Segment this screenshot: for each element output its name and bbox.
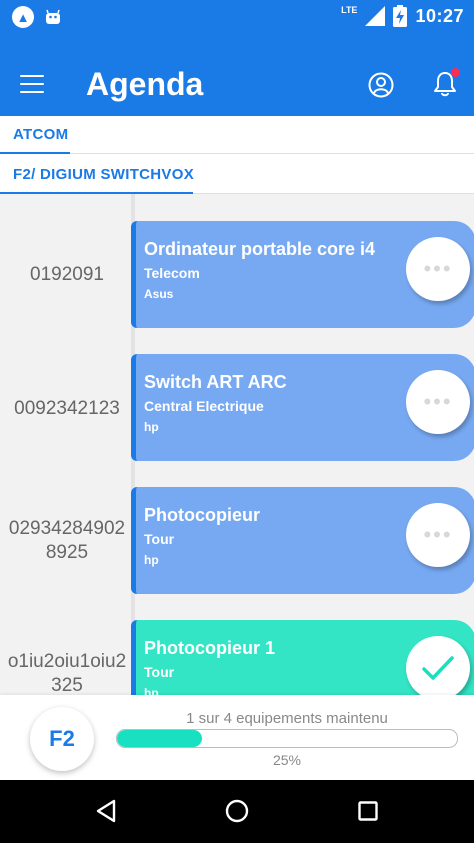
equipment-title: Photocopieur 1: [144, 638, 276, 658]
status-time: 10:27: [415, 5, 464, 26]
equipment-code: 029342849028925: [8, 518, 126, 563]
signal-icon: [365, 6, 386, 26]
page-title: Agenda: [86, 66, 204, 102]
tab-row-secondary: F2/ DIGIUM SWITCHVOX: [0, 154, 474, 194]
equipment-category: Tour: [144, 664, 175, 680]
list-item: 029342849028925 Photocopieur Tour hp •••: [0, 487, 474, 594]
equipment-card[interactable]: Photocopieur 1 Tour hp: [131, 620, 474, 695]
progress-fill: [117, 730, 202, 747]
android-icon: [46, 9, 60, 24]
more-dots-icon: •••: [423, 389, 453, 414]
app-notification-icon: ▲: [12, 6, 34, 28]
progress-bar: [116, 729, 458, 748]
list-item: 0092342123 Switch ART ARC Central Electr…: [0, 354, 474, 461]
progress-text: 1 sur 4 equipements maintenu: [186, 710, 388, 727]
more-dots-icon: •••: [423, 256, 453, 281]
tab-atcom[interactable]: ATCOM: [13, 126, 68, 143]
equipment-category: Central Electrique: [144, 398, 264, 414]
equipment-brand: hp: [144, 686, 159, 695]
user-profile-icon[interactable]: [368, 72, 394, 98]
checkmark-icon: [422, 656, 454, 680]
f2-fab-button[interactable]: F2: [30, 707, 94, 771]
equipment-card[interactable]: Ordinateur portable core i4 Telecom Asus…: [131, 221, 474, 328]
notification-button[interactable]: [432, 68, 460, 100]
network-type: LTE: [341, 5, 358, 15]
status-done-button[interactable]: [406, 636, 470, 695]
recent-apps-icon[interactable]: [358, 801, 378, 821]
hamburger-menu-icon[interactable]: [20, 75, 44, 99]
equipment-list[interactable]: 0192091 Ordinateur portable core i4 Tele…: [0, 194, 474, 695]
back-icon[interactable]: [94, 799, 118, 823]
equipment-brand: hp: [144, 553, 159, 567]
notification-dot: [451, 68, 460, 77]
progress-percent: 25%: [272, 752, 302, 768]
more-options-button[interactable]: •••: [406, 237, 470, 301]
equipment-category: Tour: [144, 531, 175, 547]
equipment-title: Switch ART ARC: [144, 372, 287, 392]
equipment-card[interactable]: Photocopieur Tour hp •••: [131, 487, 474, 594]
status-bar: ▲ LTE 10:27: [0, 0, 474, 32]
list-item: 0192091 Ordinateur portable core i4 Tele…: [0, 221, 474, 328]
progress-summary-bar: F2 1 sur 4 equipements maintenu 25%: [0, 695, 474, 780]
equipment-brand: hp: [144, 420, 159, 434]
equipment-title: Photocopieur: [144, 505, 260, 525]
equipment-title: Ordinateur portable core i4: [144, 239, 376, 259]
more-options-button[interactable]: •••: [406, 503, 470, 567]
equipment-brand: Asus: [144, 287, 174, 301]
tab-f2-digium-switchvox[interactable]: F2/ DIGIUM SWITCHVOX: [13, 166, 194, 183]
app-bar: Agenda: [0, 32, 474, 116]
system-nav-bar: [0, 780, 474, 843]
home-icon[interactable]: [225, 799, 249, 823]
equipment-category: Telecom: [144, 265, 200, 281]
equipment-code: 0092342123: [14, 398, 120, 419]
equipment-card[interactable]: Switch ART ARC Central Electrique hp •••: [131, 354, 474, 461]
tab-row-primary: ATCOM: [0, 116, 474, 154]
more-options-button[interactable]: •••: [406, 370, 470, 434]
list-item: o1iu2oiu1oiu2325 Photocopieur 1 Tour hp: [0, 620, 474, 695]
equipment-code: 0192091: [30, 264, 104, 285]
equipment-code: o1iu2oiu1oiu2325: [7, 651, 127, 695]
more-dots-icon: •••: [423, 522, 453, 547]
battery-charging-icon: [393, 5, 408, 27]
